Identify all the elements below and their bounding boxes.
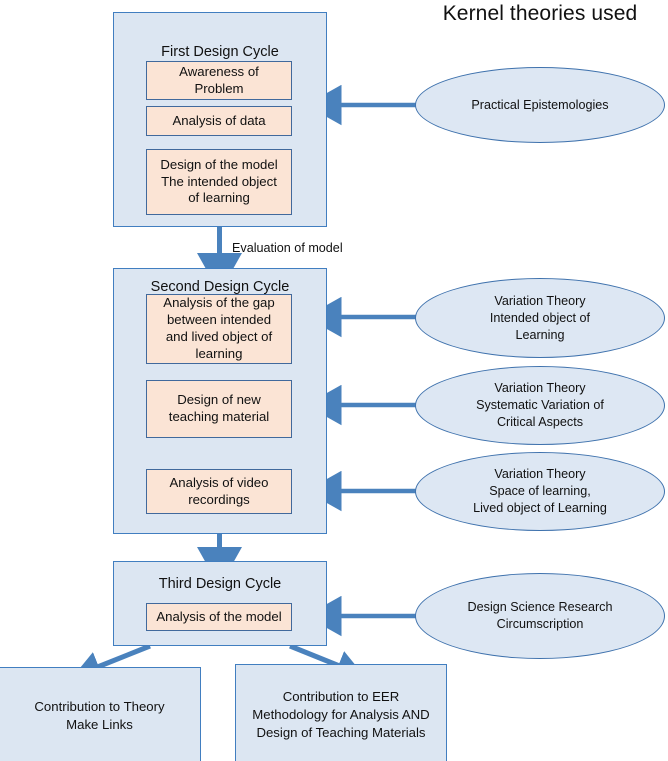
outcome-contribution-to-eer[interactable]: Contribution to EER Methodology for Anal… xyxy=(235,664,447,761)
second-design-cycle-title: Second Design Cycle xyxy=(150,279,290,295)
third-design-cycle-title: Third Design Cycle xyxy=(158,576,282,592)
outcome-contribution-to-eer-label: Contribution to EER Methodology for Anal… xyxy=(252,689,430,740)
theory-ellipse-design-science-research-label: Design Science Research Circumscription xyxy=(467,600,613,631)
step-analysis-of-data[interactable]: Analysis of data xyxy=(146,106,292,136)
step-design-of-the-model[interactable]: Design of the model The intended object … xyxy=(146,149,292,215)
step-design-of-new-teaching-material[interactable]: Design of new teaching material xyxy=(146,380,292,438)
step-analysis-of-video-recordings-label: Analysis of video recordings xyxy=(169,474,269,507)
theory-ellipse-design-science-research[interactable]: Design Science Research Circumscription xyxy=(415,573,665,659)
step-analysis-of-video-recordings[interactable]: Analysis of video recordings xyxy=(146,469,292,514)
theory-ellipse-practical-epistemologies[interactable]: Practical Epistemologies xyxy=(415,67,665,143)
step-analysis-of-the-gap[interactable]: Analysis of the gap between intended and… xyxy=(146,294,292,364)
step-analysis-of-data-label: Analysis of data xyxy=(172,112,266,128)
step-awareness-of-problem[interactable]: Awareness of Problem xyxy=(146,61,292,100)
page-title: Kernel theories used xyxy=(442,2,638,25)
step-design-of-the-model-label: Design of the model The intended object … xyxy=(160,156,278,206)
step-analysis-of-the-gap-label: Analysis of the gap between intended and… xyxy=(163,295,275,361)
theory-ellipse-practical-epistemologies-label: Practical Epistemologies xyxy=(471,97,609,112)
diagram-canvas: Kernel theories used First Design Cycle … xyxy=(0,0,668,761)
theory-ellipse-variation-theory-systematic-variation-label: Variation Theory Systematic Variation of… xyxy=(476,381,604,429)
step-design-of-new-teaching-material-label: Design of new teaching material xyxy=(168,392,270,424)
theory-ellipse-variation-theory-space-of-learning-label: Variation Theory Space of learning, Live… xyxy=(473,467,607,515)
first-design-cycle-title: First Design Cycle xyxy=(161,44,279,60)
outcome-contribution-to-theory-label: Contribution to Theory Make Links xyxy=(34,699,165,732)
step-analysis-of-the-model[interactable]: Analysis of the model xyxy=(146,603,292,631)
edge-label-evaluation-of-model: Evaluation of model xyxy=(232,241,343,255)
theory-ellipse-variation-theory-intended-object[interactable]: Variation Theory Intended object of Lear… xyxy=(415,278,665,358)
step-analysis-of-the-model-label: Analysis of the model xyxy=(156,608,282,624)
arrow-cycle3-to-outcome1 xyxy=(72,643,151,681)
theory-ellipse-variation-theory-systematic-variation[interactable]: Variation Theory Systematic Variation of… xyxy=(415,366,665,445)
outcome-contribution-to-theory[interactable]: Contribution to Theory Make Links xyxy=(0,667,201,761)
theory-ellipse-variation-theory-intended-object-label: Variation Theory Intended object of Lear… xyxy=(489,293,591,342)
step-awareness-of-problem-label: Awareness of Problem xyxy=(179,63,259,96)
theory-ellipse-variation-theory-space-of-learning[interactable]: Variation Theory Space of learning, Live… xyxy=(415,452,665,531)
